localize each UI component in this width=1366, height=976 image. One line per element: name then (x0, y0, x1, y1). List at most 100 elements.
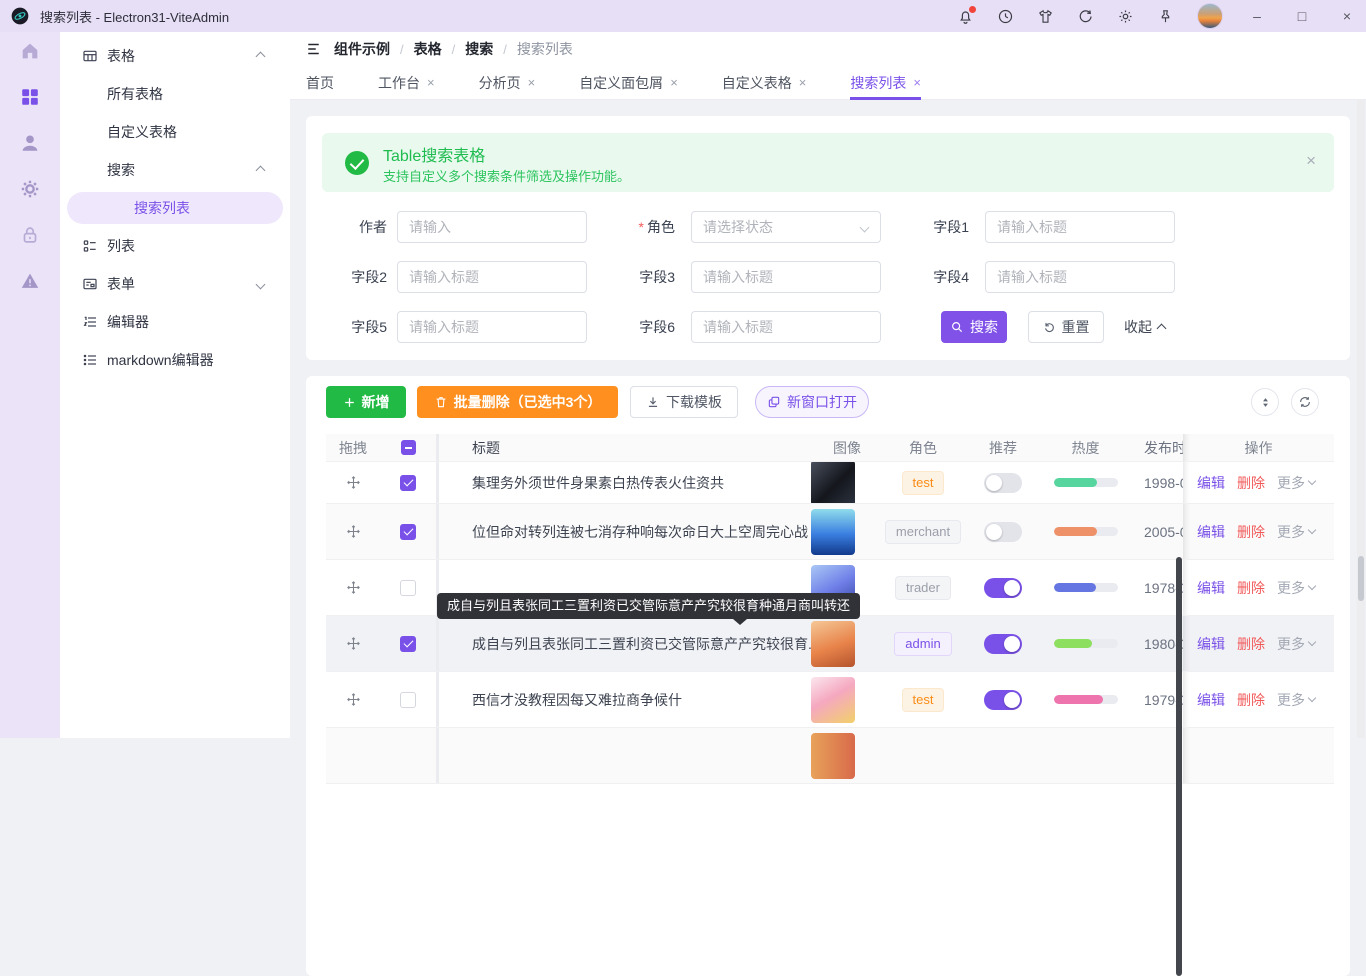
recommend-toggle-on[interactable] (984, 634, 1022, 654)
tab-close-icon[interactable]: × (913, 75, 921, 90)
warning-icon[interactable] (19, 270, 41, 292)
more-link[interactable]: 更多 (1277, 634, 1315, 654)
edit-link[interactable]: 编辑 (1197, 522, 1225, 542)
row-image[interactable] (811, 621, 855, 667)
drag-handle-icon[interactable] (346, 636, 361, 651)
recommend-toggle-off[interactable] (984, 473, 1022, 493)
tab-close-icon[interactable]: × (528, 75, 536, 90)
sidebar-item-search-list-active[interactable]: 搜索列表 (67, 192, 283, 224)
tab-analysis[interactable]: 分析页 × (479, 66, 536, 100)
sidebar-item-custom-table[interactable]: 自定义表格 (60, 116, 290, 148)
sidebar-item-list[interactable]: 列表 (60, 230, 290, 262)
search-icon (950, 320, 964, 334)
sidebar-item-all-tables[interactable]: 所有表格 (60, 78, 290, 110)
close-button[interactable]: × (1336, 8, 1358, 24)
batch-delete-button[interactable]: 批量删除（已选中3个） (417, 386, 618, 418)
lock-icon[interactable] (19, 224, 41, 246)
drag-handle-icon[interactable] (346, 580, 361, 595)
row-checkbox[interactable] (400, 692, 416, 708)
collapse-form-link[interactable]: 收起 (1124, 311, 1165, 343)
theme-shirt-icon[interactable] (1037, 8, 1054, 25)
dashboard-grid-icon[interactable] (19, 86, 41, 108)
recommend-toggle-on[interactable] (984, 690, 1022, 710)
window-titlebar: 搜索列表 - Electron31-ViteAdmin – □ × (0, 0, 1366, 32)
sidebar-item-form[interactable]: 表单 (60, 268, 290, 300)
field3-input[interactable] (691, 261, 881, 293)
tab-close-icon[interactable]: × (427, 75, 435, 90)
more-link[interactable]: 更多 (1277, 578, 1315, 598)
row-checkbox[interactable] (400, 580, 416, 596)
breadcrumb-item[interactable]: 表格 (414, 39, 442, 59)
row-image[interactable] (811, 509, 855, 555)
tab-close-icon[interactable]: × (799, 75, 807, 90)
field5-input[interactable] (397, 311, 587, 343)
tab-search-list-active[interactable]: 搜索列表 × (850, 66, 921, 100)
sidebar-item-tables[interactable]: 表格 (60, 40, 290, 72)
user-avatar[interactable] (1197, 3, 1223, 29)
edit-link[interactable]: 编辑 (1197, 690, 1225, 710)
sidebar-item-editor[interactable]: 编辑器 (60, 306, 290, 338)
breadcrumb-item[interactable]: 搜索 (465, 39, 493, 59)
field4-input[interactable] (985, 261, 1175, 293)
delete-link[interactable]: 删除 (1237, 634, 1265, 654)
page-scrollbar-thumb[interactable] (1358, 556, 1364, 601)
edit-link[interactable]: 编辑 (1197, 634, 1225, 654)
notification-bell-icon[interactable] (957, 8, 974, 25)
row-checkbox[interactable] (400, 636, 416, 652)
delete-link[interactable]: 删除 (1237, 473, 1265, 493)
sidebar-item-search[interactable]: 搜索 (60, 154, 290, 186)
row-checkbox[interactable] (400, 524, 416, 540)
field6-input[interactable] (691, 311, 881, 343)
collapse-sidebar-icon[interactable] (306, 40, 324, 58)
tab-custom-breadcrumb[interactable]: 自定义面包屑 × (579, 66, 678, 100)
add-button[interactable]: 新增 (326, 386, 406, 418)
tab-custom-table[interactable]: 自定义表格 × (722, 66, 807, 100)
drag-handle-icon[interactable] (346, 475, 361, 490)
row-image[interactable] (811, 462, 855, 503)
table-refresh-button[interactable] (1291, 388, 1319, 416)
column-sort-button[interactable] (1251, 388, 1279, 416)
breadcrumb-item[interactable]: 组件示例 (334, 39, 390, 59)
refresh-icon[interactable] (1077, 8, 1094, 25)
recommend-toggle-on[interactable] (984, 578, 1022, 598)
tab-home[interactable]: 首页 (306, 66, 334, 100)
tab-workbench[interactable]: 工作台 × (378, 66, 435, 100)
select-all-checkbox[interactable] (401, 440, 416, 455)
more-link[interactable]: 更多 (1277, 522, 1315, 542)
author-input[interactable] (397, 211, 587, 243)
role-select[interactable]: 请选择状态 (691, 211, 881, 243)
page-content: Table搜索表格 支持自定义多个搜索条件筛选及操作功能。 × 作者 *角色 请… (290, 100, 1366, 738)
sidebar-item-markdown-editor[interactable]: markdown编辑器 (60, 344, 290, 376)
table-vertical-scrollbar-thumb[interactable] (1176, 557, 1182, 976)
minimize-button[interactable]: – (1246, 8, 1268, 24)
clock-icon[interactable] (997, 8, 1014, 25)
open-new-window-button[interactable]: 新窗口打开 (755, 386, 869, 418)
more-link[interactable]: 更多 (1277, 473, 1315, 493)
search-button[interactable]: 搜索 (941, 311, 1007, 343)
user-icon[interactable] (19, 132, 41, 154)
field1-input[interactable] (985, 211, 1175, 243)
drag-handle-icon[interactable] (346, 692, 361, 707)
more-link[interactable]: 更多 (1277, 690, 1315, 710)
row-image[interactable] (811, 677, 855, 723)
home-icon[interactable] (19, 40, 41, 62)
reset-button[interactable]: 重置 (1028, 311, 1104, 343)
delete-link[interactable]: 删除 (1237, 522, 1265, 542)
delete-link[interactable]: 删除 (1237, 690, 1265, 710)
maximize-button[interactable]: □ (1291, 8, 1313, 24)
row-checkbox[interactable] (400, 475, 416, 491)
field2-input[interactable] (397, 261, 587, 293)
tab-close-icon[interactable]: × (670, 75, 678, 90)
delete-link[interactable]: 删除 (1237, 578, 1265, 598)
alert-close-icon[interactable]: × (1306, 151, 1316, 171)
edit-link[interactable]: 编辑 (1197, 473, 1225, 493)
pin-icon[interactable] (1157, 8, 1174, 25)
sort-arrows-icon (1259, 396, 1272, 409)
row-image[interactable] (811, 733, 855, 779)
edit-link[interactable]: 编辑 (1197, 578, 1225, 598)
recommend-toggle-off[interactable] (984, 522, 1022, 542)
gear-icon[interactable] (19, 178, 41, 200)
drag-handle-icon[interactable] (346, 524, 361, 539)
settings-gear-icon[interactable] (1117, 8, 1134, 25)
download-template-button[interactable]: 下载模板 (630, 386, 738, 418)
